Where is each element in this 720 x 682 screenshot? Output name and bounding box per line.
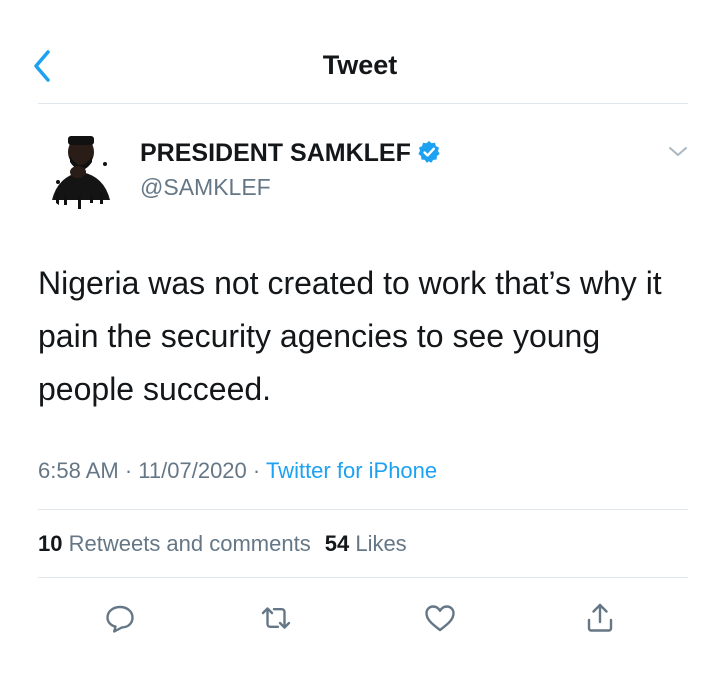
like-button[interactable]: [420, 598, 460, 638]
retweets-count: 10: [38, 531, 63, 556]
reply-icon: [106, 605, 134, 633]
more-options-button[interactable]: [664, 140, 692, 164]
meta-divider: [38, 509, 688, 510]
likes-label: Likes: [355, 531, 407, 556]
retweet-icon: [261, 607, 291, 629]
tweet-text: Nigeria was not created to work that’s w…: [38, 265, 662, 407]
user-handle[interactable]: @SAMKLEF: [140, 174, 271, 201]
avatar[interactable]: [38, 122, 128, 212]
reply-button[interactable]: [100, 598, 140, 638]
meta-separator: ·: [252, 458, 261, 483]
chevron-down-icon: [669, 147, 687, 156]
header-divider: [38, 103, 688, 104]
display-name[interactable]: PRESIDENT SAMKLEF: [140, 139, 441, 168]
nav-header: Tweet: [0, 0, 720, 104]
display-name-text: PRESIDENT SAMKLEF: [140, 139, 411, 167]
tweet-date: 11/07/2020: [138, 458, 247, 483]
retweets-label: Retweets and comments: [68, 531, 311, 556]
verified-badge-icon: [418, 141, 440, 163]
share-icon: [587, 603, 613, 632]
tweet-stats: 10 Retweets and comments 54 Likes: [38, 531, 407, 557]
avatar-image: [38, 122, 128, 212]
page-title: Tweet: [322, 50, 398, 80]
tweet-source-link[interactable]: Twitter for iPhone: [266, 458, 437, 483]
tweet-meta: 6:58 AM · 11/07/2020 · Twitter for iPhon…: [38, 458, 437, 484]
meta-separator: ·: [124, 458, 133, 483]
retweets-stat[interactable]: 10 Retweets and comments: [38, 531, 311, 556]
likes-count: 54: [324, 531, 350, 556]
stats-divider: [38, 577, 688, 578]
tweet-screen: Tweet PRESIDENT SAMKLEF @SAMKLEF Nigeria…: [0, 0, 720, 682]
share-button[interactable]: [580, 598, 620, 638]
likes-stat[interactable]: 54 Likes: [325, 531, 407, 556]
retweet-button[interactable]: [256, 598, 296, 638]
tweet-time: 6:58 AM: [38, 458, 119, 483]
like-icon: [425, 605, 455, 632]
